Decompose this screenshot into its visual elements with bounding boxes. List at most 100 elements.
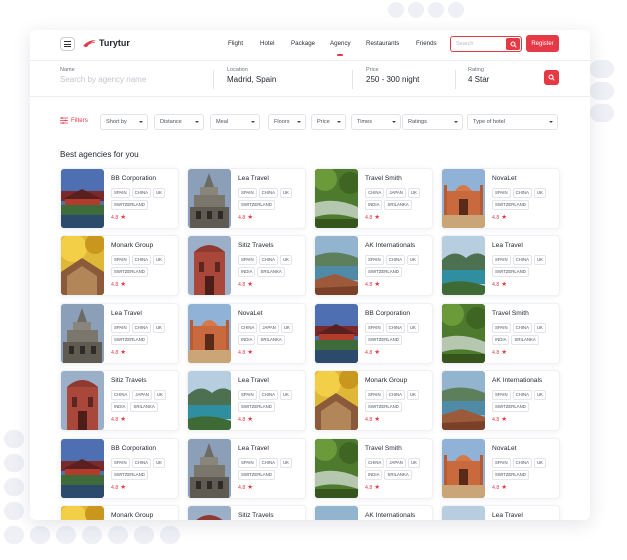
rating-value[interactable]: 4 Star (468, 75, 489, 84)
filter-price[interactable]: Price (311, 114, 346, 130)
agency-card[interactable]: AK InternationalsSPAINCHINAUKSWITZERLAND… (314, 505, 433, 520)
agency-card[interactable]: Sitiz Travels CHINA JAPAN UK INDIA SRILANKA 4.… (60, 370, 179, 431)
country-tag: CHINA (238, 323, 258, 333)
agency-name[interactable]: BB Corporation (111, 175, 156, 182)
star-icon: ★ (501, 281, 508, 288)
nav-agency[interactable]: Agency (330, 40, 351, 56)
country-tag: SWITZERLAND (111, 200, 148, 210)
nav-hotel[interactable]: Hotel (260, 40, 274, 47)
nav-friends[interactable]: Friends (416, 40, 437, 47)
agency-name[interactable]: Lea Travel (238, 445, 269, 452)
agency-card[interactable]: Lea TravelSPAINCHINAUKSWITZERLAND4.8★ (441, 505, 560, 520)
hamburger-menu-icon[interactable] (60, 37, 75, 51)
location-field[interactable]: Location Madrid, Spain (227, 67, 276, 84)
country-tags: SWITZERLAND (111, 200, 148, 210)
agency-card[interactable]: NovaLet SPAIN CHINA UK SWITZERLAND 4.8 ★ (441, 168, 560, 229)
agency-card[interactable]: Sitiz TravelsSPAINCHINAUKINDIASRILANKA4.… (187, 505, 306, 520)
agency-name[interactable]: Travel Smith (365, 175, 402, 182)
agency-rating: 4.8 ★ (238, 281, 253, 288)
agency-card[interactable]: NovaLet SPAIN CHINA UK SWITZERLAND 4.8 ★ (441, 438, 560, 499)
agency-name[interactable]: Lea Travel (492, 242, 523, 249)
filter-distance[interactable]: Distance (154, 114, 204, 130)
rating-value: 4.8 (365, 417, 373, 423)
country-tags: INDIA SRILANKA (492, 335, 539, 345)
agency-card[interactable]: Lea TravelSPAINCHINAUKSWITZERLAND4.8★ (187, 168, 306, 229)
agency-name[interactable]: AK Internationals (365, 242, 415, 249)
name-input[interactable]: Search by agency name (60, 75, 146, 84)
country-tags: SWITZERLAND (111, 335, 148, 345)
agency-name[interactable]: Lea Travel (238, 175, 269, 182)
price-value[interactable]: 250 - 300 night (366, 75, 419, 84)
agency-name[interactable]: Lea Travel (111, 310, 142, 317)
agency-name[interactable]: NovaLet (492, 445, 517, 452)
nav-flight[interactable]: Flight (228, 40, 243, 47)
rating-field[interactable]: Rating 4 Star (468, 67, 489, 84)
agency-card[interactable]: Monark GroupSPAINCHINAUKSWITZERLAND4.8★ (60, 505, 179, 520)
agency-name[interactable]: NovaLet (492, 175, 517, 182)
price-field[interactable]: Price 250 - 300 night (366, 67, 419, 84)
agency-card[interactable]: Travel Smith CHINA JAPAN UK INDIA SRILANKA 4.8… (314, 438, 433, 499)
register-button[interactable]: Register (526, 35, 559, 52)
filter-floors[interactable]: Floors (268, 114, 306, 130)
agency-name[interactable]: Sitiz Travels (111, 377, 147, 384)
country-tags: INDIA SRILANKA (111, 402, 158, 412)
agency-card[interactable]: Monark GroupSPAINCHINAUKSWITZERLAND4.8★ (314, 370, 433, 431)
brand-logo[interactable]: Turytur (83, 38, 130, 48)
name-field[interactable]: Name Search by agency name (60, 67, 146, 84)
country-tags: SWITZERLAND (365, 335, 402, 345)
filters-toggle[interactable]: Filters (60, 117, 88, 124)
agency-name[interactable]: Sitiz Travels (238, 512, 274, 519)
agency-card[interactable]: AK InternationalsSPAINCHINAUKSWITZERLAND… (441, 370, 560, 431)
filter-times[interactable]: Times (351, 114, 401, 130)
search-icon[interactable] (506, 38, 520, 50)
agency-name[interactable]: AK Internationals (365, 512, 415, 519)
country-tag: CHINA (365, 458, 385, 468)
filter-type-of-hotel[interactable]: Type of hotel (467, 114, 558, 130)
agency-card[interactable]: Travel Smith SPAIN CHINA UK INDIA SRILANKA 4.8… (441, 303, 560, 364)
nav-restaurants[interactable]: Restaurants (366, 40, 399, 47)
star-icon: ★ (501, 484, 508, 491)
filter-meal[interactable]: Meal (210, 114, 260, 130)
country-tag: UK (407, 188, 420, 198)
search-input[interactable]: Search (451, 41, 506, 47)
agency-name[interactable]: Lea Travel (238, 377, 269, 384)
agency-card[interactable]: NovaLet CHINA JAPAN UK INDIA SRILANKA 4.8 ★ (187, 303, 306, 364)
filter-short-by[interactable]: Short by (100, 114, 148, 130)
agency-name[interactable]: BB Corporation (111, 445, 156, 452)
country-tag: SPAIN (111, 188, 130, 198)
agency-card[interactable]: Lea TravelSPAINCHINAUKSWITZERLAND4.8★ (441, 235, 560, 296)
country-tag: UK (406, 390, 419, 400)
agency-photo (61, 506, 104, 520)
agency-name[interactable]: AK Internationals (492, 377, 542, 384)
chip-label: Ratings (408, 119, 427, 125)
agency-card[interactable]: Lea TravelSPAINCHINAUKSWITZERLAND4.8★ (187, 438, 306, 499)
search-box[interactable]: Search (450, 36, 522, 52)
agency-name[interactable]: Travel Smith (365, 445, 402, 452)
agency-name[interactable]: Monark Group (111, 242, 153, 249)
agency-card[interactable]: Lea TravelSPAINCHINAUKSWITZERLAND4.8★ (187, 370, 306, 431)
country-tags: SWITZERLAND (365, 267, 402, 277)
search-submit-button[interactable] (544, 70, 559, 85)
agency-card[interactable]: Travel Smith CHINA JAPAN UK INDIA SRILANKA 4.8… (314, 168, 433, 229)
agency-card[interactable]: Lea TravelSPAINCHINAUKSWITZERLAND4.8★ (60, 303, 179, 364)
nav-package[interactable]: Package (291, 40, 315, 47)
agency-name[interactable]: NovaLet (238, 310, 263, 317)
agency-card[interactable]: BB Corporation SPAIN CHINA UK SWITZERLAND 4.8… (60, 168, 179, 229)
agency-card[interactable]: BB Corporation SPAIN CHINA UK SWITZERLAND 4.8… (314, 303, 433, 364)
agency-name[interactable]: Travel Smith (492, 310, 529, 317)
agency-name[interactable]: Monark Group (111, 512, 153, 519)
country-tag: UK (533, 323, 546, 333)
star-icon: ★ (247, 349, 254, 356)
agency-card[interactable]: Monark GroupSPAINCHINAUKSWITZERLAND4.8★ (60, 235, 179, 296)
agency-name[interactable]: BB Corporation (365, 310, 410, 317)
agency-name[interactable]: Monark Group (365, 377, 407, 384)
agency-name[interactable]: Lea Travel (492, 512, 523, 519)
agency-card[interactable]: AK InternationalsSPAINCHINAUKSWITZERLAND… (314, 235, 433, 296)
location-value[interactable]: Madrid, Spain (227, 75, 276, 84)
agency-name[interactable]: Sitiz Travels (238, 242, 274, 249)
filter-ratings[interactable]: Ratings (402, 114, 463, 130)
country-tags: SPAIN CHINA UK (238, 390, 292, 400)
agency-card[interactable]: Sitiz TravelsSPAINCHINAUKINDIASRILANKA4.… (187, 235, 306, 296)
agency-card[interactable]: BB Corporation SPAIN CHINA UK SWITZERLAND 4.8… (60, 438, 179, 499)
country-tags: SPAIN CHINA UK (492, 323, 546, 333)
